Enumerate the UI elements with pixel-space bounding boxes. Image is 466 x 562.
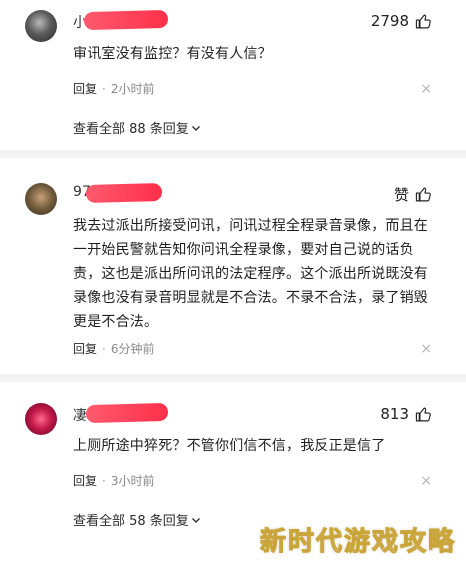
chevron-down-icon	[191, 517, 200, 523]
comment-text: 审讯室没有监控？有没有人信？	[73, 46, 272, 62]
reply-button[interactable]: 回复	[73, 82, 97, 96]
divider	[0, 150, 466, 158]
comment-text: 我去过派出所接受问讯，问讯过程全程录音录像，而且在一开始民警就告知你问讯全程录像…	[73, 218, 428, 330]
watermark-logo: 新时代游戏攻略	[259, 527, 456, 558]
comment-meta: 回复 · 2小时前	[73, 82, 155, 96]
view-all-replies-link[interactable]: 查看全部 88 条回复	[73, 118, 201, 137]
avatar[interactable]	[25, 403, 57, 435]
like-count: 2798	[370, 12, 409, 30]
close-icon[interactable]: ×	[420, 473, 432, 489]
chevron-down-icon	[191, 125, 200, 131]
comment-meta: 回复 · 6分钟前	[73, 342, 155, 356]
redaction-mark	[85, 402, 169, 424]
close-icon[interactable]: ×	[420, 341, 432, 357]
close-icon[interactable]: ×	[420, 81, 432, 97]
avatar[interactable]	[25, 183, 57, 215]
username[interactable]: 凄	[73, 405, 87, 425]
thumbs-up-icon	[415, 14, 431, 28]
avatar[interactable]	[25, 10, 57, 42]
like-count: 813	[380, 405, 409, 423]
reply-button[interactable]: 回复	[73, 342, 97, 356]
timestamp: 3小时前	[110, 474, 155, 488]
redaction-mark	[85, 183, 163, 203]
timestamp: 6分钟前	[110, 342, 155, 356]
like-button[interactable]: 赞	[394, 184, 432, 205]
thumbs-up-icon	[415, 187, 431, 202]
divider	[0, 374, 466, 382]
view-all-replies-link[interactable]: 查看全部 58 条回复	[73, 510, 201, 529]
comment-meta: 回复 · 3小时前	[73, 474, 155, 488]
reply-button[interactable]: 回复	[73, 474, 97, 488]
thumbs-up-icon	[415, 407, 431, 421]
redaction-mark	[83, 9, 169, 31]
timestamp: 2小时前	[110, 82, 155, 96]
like-button[interactable]: 2798	[371, 12, 432, 30]
comment-text: 上厕所途中猝死？不管你们信不信，我反正是信了	[73, 438, 386, 454]
like-label: 赞	[393, 186, 409, 204]
like-button[interactable]: 813	[380, 405, 432, 423]
